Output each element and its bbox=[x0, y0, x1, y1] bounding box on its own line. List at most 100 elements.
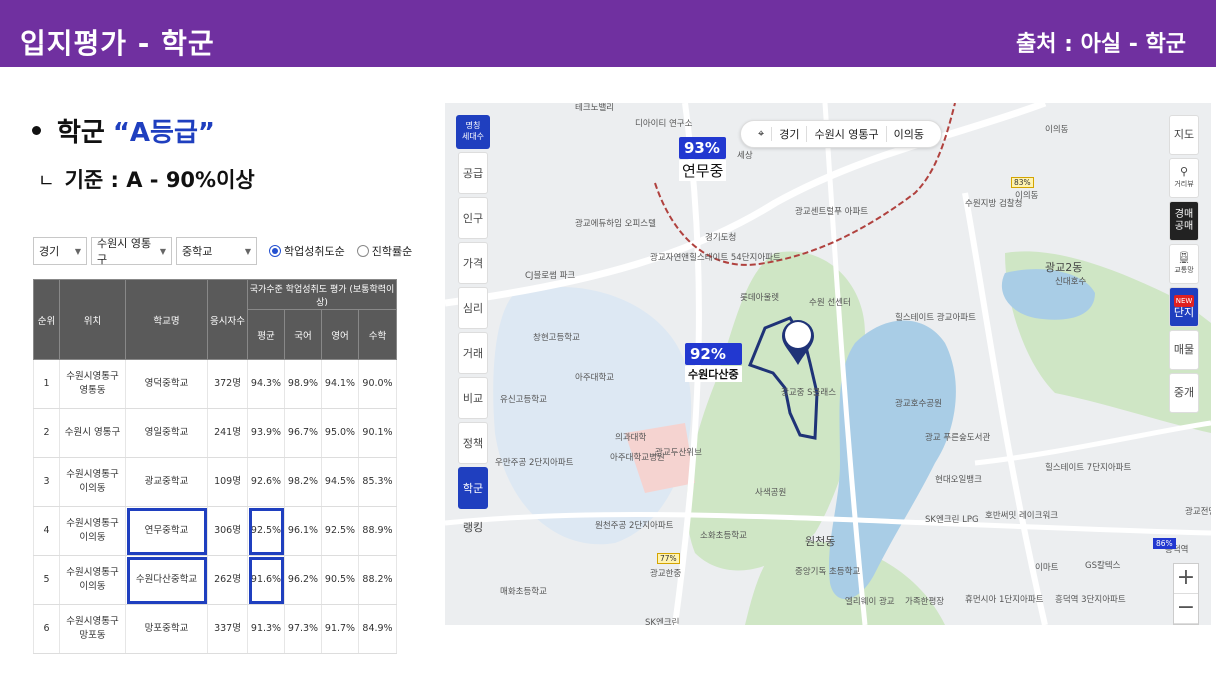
left-menu-item[interactable]: 정책 bbox=[458, 422, 488, 464]
crosshair-icon[interactable]: ⌖ bbox=[751, 127, 773, 141]
table-row[interactable]: 2 수원시 영통구 영일중학교 241명 93.9% 96.7% 95.0% 90.1% bbox=[33, 408, 397, 458]
header-achievement-group: 국가수준 학업성취도 평가 (보통학력이상) bbox=[247, 279, 397, 310]
district-select-value: 수원시 영통구 bbox=[97, 237, 152, 266]
cell-location: 수원시영통구 이의동 bbox=[59, 555, 126, 605]
slide-header: 입지평가 - 학군 출처 : 아실 - 학군 bbox=[0, 0, 1216, 67]
mini-flag-83[interactable]: 83% bbox=[1011, 177, 1034, 188]
header-avg[interactable]: 평균 bbox=[247, 309, 285, 360]
school-type-select[interactable]: 중학교 ▼ bbox=[176, 237, 257, 265]
map-right-menu: 지도 ⚲ 거리뷰 경매 공매 🚆︎ 교통망 NEW 단지 매물 중개 bbox=[1169, 115, 1199, 416]
cell-avg: 94.3% bbox=[247, 359, 285, 409]
left-menu-item[interactable]: 학군 bbox=[458, 467, 488, 509]
source-label: 출처 : 아실 - 학군 bbox=[1015, 32, 1186, 57]
left-menu-item[interactable]: 공급 bbox=[458, 152, 488, 194]
map-place-label: 신대호수 bbox=[1055, 277, 1087, 287]
location-breadcrumb[interactable]: ⌖ 경기 수원시 영통구 이의동 bbox=[740, 120, 943, 148]
cell-school: 연무중학교 bbox=[125, 506, 208, 556]
loc-region[interactable]: 경기 bbox=[772, 126, 808, 142]
map-place-label: 광교한중 bbox=[650, 569, 682, 579]
map-place-label: 광교두산위브 bbox=[655, 448, 702, 458]
cell-location: 수원시영통구 이의동 bbox=[59, 457, 126, 507]
cell-location: 수원시영통구 이의동 bbox=[59, 506, 126, 556]
map-place-label: GS칼텍스 bbox=[1085, 561, 1121, 571]
table-row[interactable]: 3 수원시영통구 이의동 광교중학교 109명 92.6% 98.2% 94.5% 85.3% bbox=[33, 457, 397, 507]
radio-unselected-icon bbox=[356, 245, 369, 257]
flag-percent: 92% bbox=[685, 343, 742, 365]
cell-avg: 92.6% bbox=[247, 457, 285, 507]
school-ranking-table: 순위 위치 학교명 응시자수 국가수준 학업성취도 평가 (보통학력이상) 평균… bbox=[33, 279, 397, 654]
cell-location: 수원시영통구 망포동 bbox=[59, 604, 126, 654]
map-place-label: 테크노밸리 bbox=[575, 103, 615, 113]
name-households-toggle[interactable]: 명칭 세대수 bbox=[456, 115, 490, 149]
left-menu-item[interactable]: 비교 bbox=[458, 377, 488, 419]
table-row[interactable]: 6 수원시영통구 망포동 망포중학교 337명 91.3% 97.3% 91.7% 84.9% bbox=[33, 604, 397, 654]
radio-achievement[interactable]: 학업성취도순 bbox=[269, 243, 345, 259]
left-menu-item[interactable]: 심리 bbox=[458, 287, 488, 329]
map-place-label: 디아이티 연구소 bbox=[635, 119, 693, 129]
mini-flag-86[interactable]: 86% bbox=[1153, 538, 1176, 549]
table-row[interactable]: 5 수원시영통구 이의동 수원다산중학교 262명 91.6% 96.2% 90.5% 88.… bbox=[33, 555, 397, 605]
cell-location: 수원시영통구 영통동 bbox=[59, 359, 126, 409]
table-row[interactable]: 1 수원시영통구 영통동 영덕중학교 372명 94.3% 98.9% 94.1% 90.0% bbox=[33, 359, 397, 409]
map-place-label: 수원지방 검찰청 bbox=[965, 199, 1023, 209]
district-select[interactable]: 수원시 영통구 ▼ bbox=[91, 237, 172, 266]
map-left-menu: 명칭 세대수 공급 인구 가격 심리 거래 비교 정책 학군 랭킹 bbox=[456, 115, 490, 545]
cell-avg: 93.9% bbox=[247, 408, 285, 458]
broker-button[interactable]: 중개 bbox=[1169, 373, 1199, 413]
left-menu-item[interactable]: 랭킹 bbox=[458, 512, 488, 542]
header-school[interactable]: 학교명 bbox=[125, 279, 208, 360]
complex-button[interactable]: NEW 단지 bbox=[1169, 287, 1199, 327]
broker-label: 중개 bbox=[1173, 386, 1195, 399]
street-view-button[interactable]: ⚲ 거리뷰 bbox=[1169, 158, 1199, 198]
table-row[interactable]: 4 수원시영통구 이의동 연무중학교 306명 92.5% 96.1% 92.5% 88.9% bbox=[33, 506, 397, 556]
map-place-label: 현대오일뱅크 bbox=[935, 475, 982, 485]
left-menu-item[interactable]: 거래 bbox=[458, 332, 488, 374]
map-place-label: 수원 선센터 bbox=[809, 298, 851, 308]
header-english[interactable]: 영어 bbox=[321, 309, 359, 360]
bullet-dot-icon bbox=[32, 126, 41, 135]
cell-avg: 92.5% bbox=[247, 506, 285, 556]
cell-korean: 98.2% bbox=[284, 457, 322, 507]
location-pin-icon[interactable] bbox=[780, 319, 816, 367]
school-flag-yeonmu[interactable]: 93% 연무중 bbox=[679, 137, 727, 181]
loc-district[interactable]: 수원시 영통구 bbox=[807, 126, 887, 142]
school-flag-dasan[interactable]: 92% 수원다산중 bbox=[685, 343, 742, 382]
auction-button[interactable]: 경매 공매 bbox=[1169, 201, 1199, 241]
map-place-label: 광교호수공원 bbox=[895, 399, 942, 409]
listings-button[interactable]: 매물 bbox=[1169, 330, 1199, 370]
cell-english: 90.5% bbox=[321, 555, 359, 605]
transit-button[interactable]: 🚆︎ 교통망 bbox=[1169, 244, 1199, 284]
zoom-out-button[interactable]: − bbox=[1174, 594, 1198, 624]
mini-flag-77[interactable]: 77% bbox=[657, 553, 680, 564]
header-math[interactable]: 수학 bbox=[358, 309, 397, 360]
radio-admission[interactable]: 진학률순 bbox=[356, 243, 412, 259]
school-district-map[interactable]: 테크노밸리디아이티 연구소세상광교호 카운티아파트이의동이의동수원지방 검찰청광… bbox=[445, 103, 1211, 625]
map-mode-button[interactable]: 지도 bbox=[1169, 115, 1199, 155]
cell-math: 84.9% bbox=[358, 604, 397, 654]
chevron-down-icon: ▼ bbox=[74, 246, 81, 256]
cell-korean: 96.2% bbox=[284, 555, 322, 605]
zoom-in-button[interactable]: + bbox=[1174, 564, 1198, 594]
map-place-label: 유신고등학교 bbox=[500, 395, 547, 405]
cell-english: 92.5% bbox=[321, 506, 359, 556]
loc-dong[interactable]: 이의동 bbox=[887, 126, 931, 142]
cell-school: 영덕중학교 bbox=[125, 359, 208, 409]
cell-rank: 5 bbox=[33, 555, 60, 605]
map-place-label: 광교센트럴푸 아파트 bbox=[795, 207, 869, 217]
zoom-control: + − bbox=[1173, 563, 1199, 625]
left-menu-item[interactable]: 인구 bbox=[458, 197, 488, 239]
left-menu-item[interactable]: 가격 bbox=[458, 242, 488, 284]
map-place-label: 사색공원 bbox=[755, 488, 787, 498]
transit-label: 교통망 bbox=[1174, 266, 1194, 274]
cell-math: 88.2% bbox=[358, 555, 397, 605]
header-students[interactable]: 응시자수 bbox=[207, 279, 248, 360]
chevron-down-icon: ▼ bbox=[159, 246, 166, 256]
map-place-label: 광교2동 bbox=[1045, 261, 1083, 274]
grade-label: “A등급” bbox=[112, 118, 215, 148]
map-place-label: 광교중 S클래스 bbox=[781, 388, 837, 398]
header-location[interactable]: 위치 bbox=[59, 279, 126, 360]
flag-percent: 93% bbox=[679, 137, 727, 159]
header-rank[interactable]: 순위 bbox=[33, 279, 60, 360]
header-korean[interactable]: 국어 bbox=[284, 309, 322, 360]
region-select[interactable]: 경기 ▼ bbox=[33, 237, 87, 265]
